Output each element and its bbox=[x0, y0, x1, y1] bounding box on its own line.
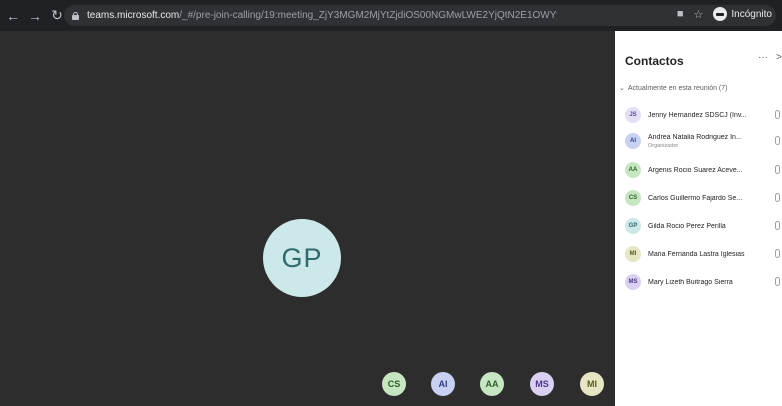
microphone-icon bbox=[775, 193, 780, 202]
avatar: CS bbox=[625, 190, 641, 206]
close-panel-icon[interactable]: > bbox=[776, 52, 782, 63]
url-text[interactable]: teams.microsoft.com/_#/pre-join-calling/… bbox=[87, 10, 557, 21]
camera-icon[interactable]: ■ bbox=[677, 8, 684, 20]
more-options-icon[interactable]: ··· bbox=[758, 52, 768, 63]
url-path: /_#/pre-join-calling/19:meeting_ZjY3MGM2… bbox=[179, 10, 557, 21]
section-header-in-meeting[interactable]: ⌄ Actualmente en esta reunión (7) bbox=[619, 84, 728, 92]
main-participant-avatar: GP bbox=[263, 219, 341, 297]
participant-thumbnail-ms[interactable]: MS bbox=[530, 372, 554, 396]
browser-toolbar: ← → ↻ teams.microsoft.com/_#/pre-join-ca… bbox=[0, 0, 782, 31]
participant-name: Jenny Hernandez SDSCJ (Inv... bbox=[648, 111, 747, 119]
microphone-icon bbox=[775, 165, 780, 174]
participant-row[interactable]: JS Jenny Hernandez SDSCJ (Inv... bbox=[625, 105, 782, 125]
participant-role: Organizador bbox=[648, 142, 679, 149]
participant-text: Argenis Rocio Suarez Aceve... bbox=[648, 167, 770, 174]
microphone-icon bbox=[775, 136, 780, 145]
contacts-panel: Contactos ··· > ⌄ Actualmente en esta reu… bbox=[615, 31, 782, 406]
avatar: MI bbox=[625, 246, 641, 262]
participant-row[interactable]: MS Mary Lizeth Buitrago Sierra bbox=[625, 272, 782, 292]
microphone-icon bbox=[775, 221, 780, 230]
omnibox-actions: ■ ☆ Incógnito bbox=[677, 7, 772, 21]
participant-row[interactable]: AI Andrea Natalia Rodriguez In... Organiza… bbox=[625, 131, 782, 151]
back-arrow-icon[interactable]: ← bbox=[4, 7, 22, 25]
participant-name: Gilda Rocio Perez Perilla bbox=[648, 222, 726, 230]
participant-text: Jenny Hernandez SDSCJ (Inv... bbox=[648, 112, 770, 119]
chevron-down-icon: ⌄ bbox=[619, 85, 625, 92]
participant-thumbnail-ai[interactable]: AI bbox=[431, 372, 455, 396]
avatar: GP bbox=[625, 218, 641, 234]
participant-name: Maria Fernanda Lastra Iglesias bbox=[648, 250, 745, 258]
microphone-icon bbox=[775, 110, 780, 119]
section-header-label: Actualmente en esta reunión (7) bbox=[627, 85, 728, 92]
participant-row[interactable]: CS Carlos Guillermo Fajardo Se... bbox=[625, 188, 782, 208]
participant-name: Andrea Natalia Rodriguez In... bbox=[648, 133, 742, 141]
participant-text: Carlos Guillermo Fajardo Se... bbox=[648, 195, 770, 202]
address-bar[interactable]: teams.microsoft.com/_#/pre-join-calling/… bbox=[64, 5, 776, 26]
avatar: JS bbox=[625, 107, 641, 123]
participant-text: Andrea Natalia Rodriguez In... Organizado… bbox=[648, 134, 770, 149]
incognito-icon bbox=[713, 7, 728, 21]
participant-row[interactable]: GP Gilda Rocio Perez Perilla bbox=[625, 216, 782, 236]
microphone-icon bbox=[775, 249, 780, 258]
main-avatar-initials: GP bbox=[281, 242, 323, 273]
avatar: MS bbox=[625, 274, 641, 290]
meeting-stage: GP bbox=[0, 31, 615, 406]
avatar: AI bbox=[625, 133, 641, 149]
incognito-label: Incógnito bbox=[731, 8, 772, 20]
participant-thumbnail-mi[interactable]: MI bbox=[580, 372, 604, 396]
participant-text: Maria Fernanda Lastra Iglesias bbox=[648, 251, 770, 258]
incognito-badge[interactable]: Incógnito bbox=[713, 7, 772, 21]
participant-name: Mary Lizeth Buitrago Sierra bbox=[648, 278, 733, 286]
microphone-icon bbox=[775, 277, 780, 286]
avatar: AA bbox=[625, 162, 641, 178]
star-icon[interactable]: ☆ bbox=[694, 8, 704, 21]
participant-text: Gilda Rocio Perez Perilla bbox=[648, 223, 770, 230]
forward-arrow-icon[interactable]: → bbox=[26, 7, 44, 25]
participant-text: Mary Lizeth Buitrago Sierra bbox=[648, 279, 770, 286]
participant-thumbnail-cs[interactable]: CS bbox=[382, 372, 406, 396]
participant-name: Carlos Guillermo Fajardo Se... bbox=[648, 194, 743, 202]
panel-title: Contactos bbox=[625, 54, 684, 68]
participant-name: Argenis Rocio Suarez Aceve... bbox=[648, 166, 743, 174]
participant-row[interactable]: AA Argenis Rocio Suarez Aceve... bbox=[625, 160, 782, 180]
participant-thumbnail-aa[interactable]: AA bbox=[480, 372, 504, 396]
lock-icon[interactable] bbox=[71, 11, 79, 20]
participant-row[interactable]: MI Maria Fernanda Lastra Iglesias bbox=[625, 244, 782, 264]
url-host: teams.microsoft.com bbox=[87, 10, 180, 21]
